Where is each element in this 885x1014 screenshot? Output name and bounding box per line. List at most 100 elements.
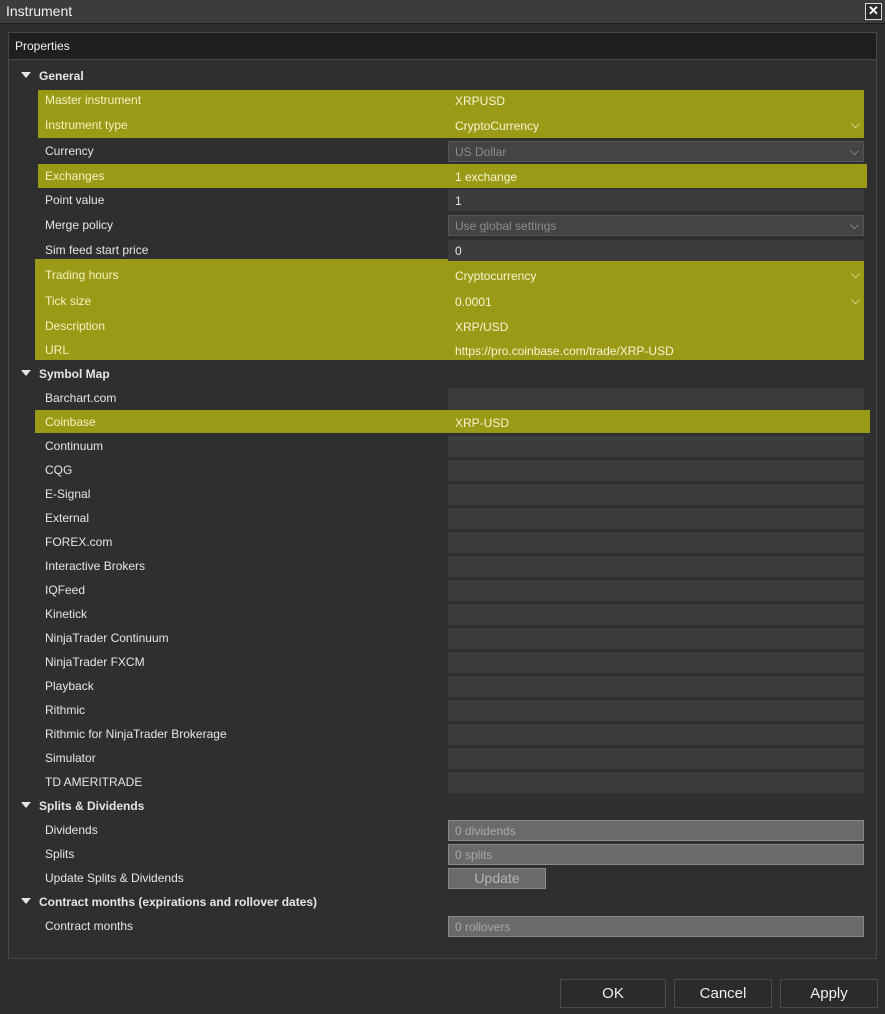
category-contract-months[interactable]: Contract months (expirations and rollove… xyxy=(0,890,885,914)
sim-feed-start-price-field[interactable]: 0 xyxy=(448,240,864,261)
symbol-map-field[interactable] xyxy=(448,580,864,601)
symbol-map-field[interactable] xyxy=(448,484,864,505)
property-label: Merge policy xyxy=(45,218,114,232)
property-contract-months[interactable]: Contract months 0 rollovers xyxy=(0,914,885,938)
dividends-field[interactable]: 0 dividends xyxy=(448,820,864,841)
symbol-map-row[interactable]: E-Signal xyxy=(0,482,885,506)
triangle-down-icon[interactable] xyxy=(21,802,31,808)
property-master-instrument[interactable]: Master instrument XRPUSD xyxy=(0,88,885,112)
merge-policy-select[interactable]: Use global settings ⌵ xyxy=(448,215,864,236)
symbol-map-label: Rithmic xyxy=(45,703,86,717)
chevron-down-icon[interactable]: ⌵ xyxy=(850,144,859,159)
symbol-map-row[interactable]: Simulator xyxy=(0,746,885,770)
symbol-map-field[interactable] xyxy=(448,748,864,769)
ok-button[interactable]: OK xyxy=(560,979,666,1008)
symbol-map-label: Barchart.com xyxy=(45,391,117,405)
symbol-map-label: E-Signal xyxy=(45,487,91,501)
symbol-map-row[interactable]: Playback xyxy=(0,674,885,698)
tick-size-select[interactable]: 0.0001 ⌵ xyxy=(448,291,864,312)
symbol-map-label: Simulator xyxy=(45,751,96,765)
triangle-down-icon[interactable] xyxy=(21,898,31,904)
symbol-map-row[interactable]: NinjaTrader FXCM xyxy=(0,650,885,674)
property-tick-size[interactable]: Tick size 0.0001 ⌵ xyxy=(0,289,885,313)
property-trading-hours[interactable]: Trading hours Cryptocurrency ⌵ xyxy=(0,263,885,287)
property-sim-feed-start-price[interactable]: Sim feed start price 0 xyxy=(0,238,885,262)
symbol-map-field[interactable] xyxy=(448,460,864,481)
update-button[interactable]: Update xyxy=(448,868,546,889)
symbol-map-row[interactable]: CQG xyxy=(0,458,885,482)
contract-months-field[interactable]: 0 rollovers xyxy=(448,916,864,937)
instrument-type-select[interactable]: CryptoCurrency ⌵ xyxy=(448,115,864,136)
chevron-down-icon[interactable]: ⌵ xyxy=(851,117,860,132)
symbol-map-field[interactable] xyxy=(448,532,864,553)
symbol-map-row[interactable]: NinjaTrader Continuum xyxy=(0,626,885,650)
symbol-map-field[interactable] xyxy=(448,772,864,793)
triangle-down-icon[interactable] xyxy=(21,370,31,376)
symbol-map-row[interactable]: Kinetick xyxy=(0,602,885,626)
symbol-map-field[interactable] xyxy=(448,724,864,745)
symbol-map-label: TD AMERITRADE xyxy=(45,775,143,789)
property-label: Tick size xyxy=(45,294,92,308)
exchanges-field[interactable]: 1 exchange xyxy=(448,166,864,187)
symbol-map-field[interactable] xyxy=(448,700,864,721)
property-label: Sim feed start price xyxy=(45,243,149,257)
symbol-map-label: Kinetick xyxy=(45,607,88,621)
symbol-map-field[interactable] xyxy=(448,556,864,577)
property-update-splits[interactable]: Update Splits & Dividends Update xyxy=(0,866,885,890)
trading-hours-select[interactable]: Cryptocurrency ⌵ xyxy=(448,265,864,286)
property-label: URL xyxy=(45,343,70,357)
symbol-map-field[interactable]: XRP-USD xyxy=(448,412,864,433)
property-label: Contract months xyxy=(45,919,134,933)
symbol-map-field[interactable] xyxy=(448,676,864,697)
category-general[interactable]: General xyxy=(0,64,885,88)
property-dividends[interactable]: Dividends 0 dividends xyxy=(0,818,885,842)
symbol-map-field[interactable] xyxy=(448,604,864,625)
category-splits-dividends[interactable]: Splits & Dividends xyxy=(0,794,885,818)
cancel-button[interactable]: Cancel xyxy=(674,979,772,1008)
symbol-map-row[interactable]: TD AMERITRADE xyxy=(0,770,885,794)
symbol-map-field[interactable] xyxy=(448,652,864,673)
property-splits[interactable]: Splits 0 splits xyxy=(0,842,885,866)
symbol-map-field[interactable] xyxy=(448,388,864,409)
property-label: Point value xyxy=(45,193,105,207)
symbol-map-field[interactable] xyxy=(448,436,864,457)
symbol-map-row[interactable]: External xyxy=(0,506,885,530)
triangle-down-icon[interactable] xyxy=(21,72,31,78)
select-value: CryptoCurrency xyxy=(455,119,540,133)
symbol-map-row[interactable]: FOREX.com xyxy=(0,530,885,554)
property-merge-policy[interactable]: Merge policy Use global settings ⌵ xyxy=(0,213,885,237)
property-label: Trading hours xyxy=(45,268,119,282)
property-description[interactable]: Description XRP/USD xyxy=(0,314,885,338)
property-label: Update Splits & Dividends xyxy=(45,871,184,885)
category-symbol-map[interactable]: Symbol Map xyxy=(0,362,885,386)
master-instrument-field[interactable]: XRPUSD xyxy=(448,90,864,111)
chevron-down-icon[interactable]: ⌵ xyxy=(851,293,860,308)
symbol-map-row[interactable]: Rithmic for NinjaTrader Brokerage xyxy=(0,722,885,746)
currency-select[interactable]: US Dollar ⌵ xyxy=(448,141,864,162)
chevron-down-icon[interactable]: ⌵ xyxy=(851,267,860,282)
symbol-map-field[interactable] xyxy=(448,628,864,649)
symbol-map-row[interactable]: Rithmic xyxy=(0,698,885,722)
property-url[interactable]: URL https://pro.coinbase.com/trade/XRP-U… xyxy=(0,338,885,362)
category-title: Symbol Map xyxy=(39,367,110,381)
property-label: Exchanges xyxy=(45,169,105,183)
property-exchanges[interactable]: Exchanges 1 exchange xyxy=(0,164,885,188)
symbol-map-row[interactable]: Interactive Brokers xyxy=(0,554,885,578)
point-value-field[interactable]: 1 xyxy=(448,190,864,211)
symbol-map-row[interactable]: Continuum xyxy=(0,434,885,458)
description-field[interactable]: XRP/USD xyxy=(448,316,864,337)
symbol-map-row[interactable]: IQFeed xyxy=(0,578,885,602)
close-icon[interactable]: ✕ xyxy=(865,3,882,20)
property-point-value[interactable]: Point value 1 xyxy=(0,188,885,212)
symbol-map-row[interactable]: Coinbase XRP-USD xyxy=(0,410,885,434)
splits-field[interactable]: 0 splits xyxy=(448,844,864,865)
chevron-down-icon[interactable]: ⌵ xyxy=(850,218,859,233)
property-instrument-type[interactable]: Instrument type CryptoCurrency ⌵ xyxy=(0,113,885,137)
property-label: Description xyxy=(45,319,106,333)
apply-button[interactable]: Apply xyxy=(780,979,878,1008)
property-currency[interactable]: Currency US Dollar ⌵ xyxy=(0,139,885,163)
symbol-map-field[interactable] xyxy=(448,508,864,529)
symbol-map-row[interactable]: Barchart.com xyxy=(0,386,885,410)
symbol-map-label: Rithmic for NinjaTrader Brokerage xyxy=(45,727,227,741)
url-field[interactable]: https://pro.coinbase.com/trade/XRP-USD xyxy=(448,340,864,361)
